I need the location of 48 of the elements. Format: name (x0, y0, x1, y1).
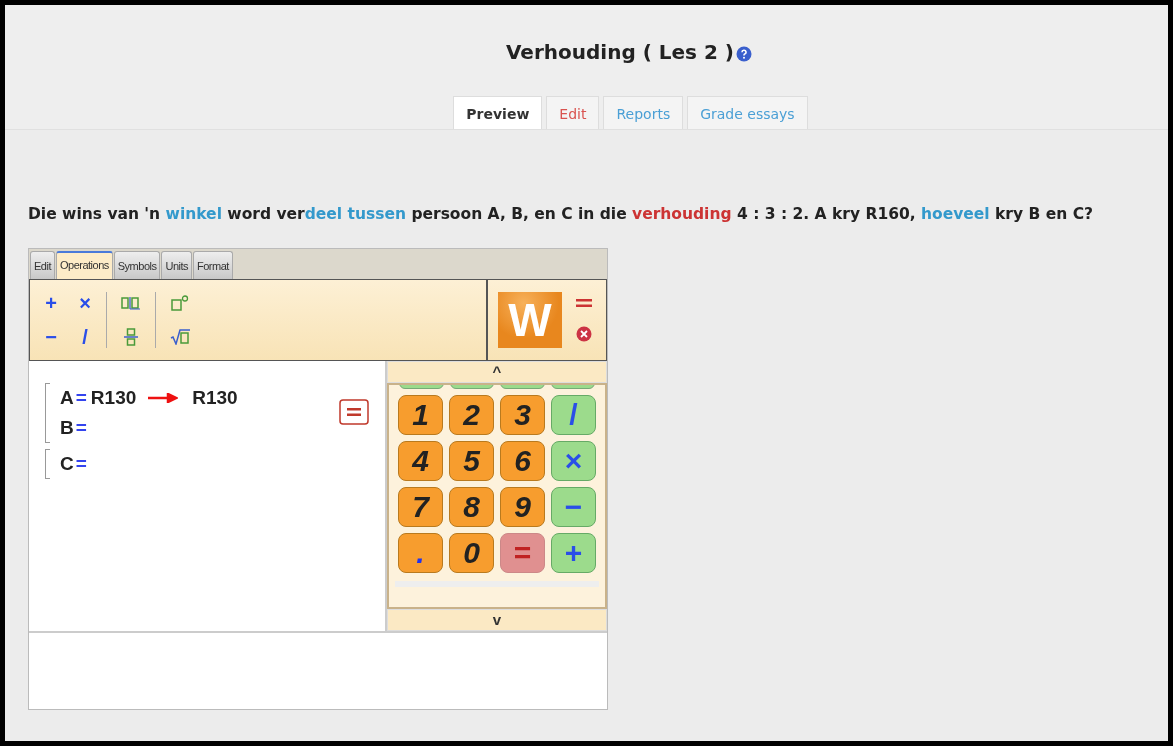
keypad-key[interactable]: 8 (449, 487, 494, 527)
arrow-icon (148, 393, 179, 403)
help-icon[interactable] (736, 45, 752, 62)
square-root-icon[interactable] (170, 329, 190, 345)
operator-button[interactable]: + (41, 291, 61, 315)
editor-tab[interactable]: Edit (30, 251, 55, 279)
equals-sign: = (75, 453, 87, 475)
keypad-key[interactable]: 7 (398, 487, 443, 527)
scroll-down-button[interactable]: v (387, 609, 607, 631)
question-text: Die wins van 'n winkel word verdeel tussen persoon A, B, en C in die verhouding 4 : 3 : 2. A kry R160, hoeveel kry B en C? (28, 204, 1095, 225)
keypad-key[interactable]: 6 (500, 441, 545, 481)
clear-icon[interactable] (576, 326, 592, 342)
keypad-key[interactable]: 2 (449, 395, 494, 435)
power-icon[interactable] (171, 295, 189, 311)
equals-icon[interactable] (576, 298, 592, 308)
editor-tab[interactable]: Symbols (113, 251, 161, 279)
keypad-key[interactable]: 3 (500, 395, 545, 435)
page-tab[interactable]: Preview (453, 96, 543, 129)
scroll-up-button[interactable]: ^ (387, 361, 607, 383)
editor-tab[interactable]: Units (161, 251, 193, 279)
keypad-key[interactable]: 0 (449, 533, 494, 573)
variable-name: A (60, 387, 74, 409)
editor-tab[interactable]: Operations (55, 251, 113, 279)
keypad-key[interactable]: × (551, 441, 596, 481)
keypad-key[interactable]: / (551, 395, 596, 435)
fraction-icon[interactable] (124, 328, 138, 346)
equals-sign: = (75, 387, 87, 409)
operator-button[interactable]: × (75, 291, 95, 315)
page-title: Verhouding ( Les 2 ) (506, 40, 734, 64)
keypad-key[interactable]: + (551, 533, 596, 573)
parentheses-icon[interactable] (121, 296, 141, 310)
variable-name: B (60, 417, 74, 439)
keypad-key[interactable]: 4 (398, 441, 443, 481)
equals-sign: = (75, 417, 87, 439)
variable-name: C (60, 453, 74, 475)
operator-button[interactable]: / (78, 325, 92, 349)
calculate-icon[interactable] (339, 399, 369, 425)
result-text: R130 (192, 387, 238, 409)
editor-tab[interactable]: Format (193, 251, 233, 279)
value-text: R130 (90, 387, 137, 409)
operator-button[interactable]: − (41, 325, 61, 349)
logo: W (498, 292, 562, 348)
page-tab[interactable]: Edit (546, 96, 600, 129)
keypad-key[interactable]: . (398, 533, 443, 573)
keypad-key[interactable]: 9 (500, 487, 545, 527)
keypad-key[interactable]: 5 (449, 441, 494, 481)
keypad-key[interactable]: 1 (398, 395, 443, 435)
keypad-key[interactable]: − (551, 487, 596, 527)
